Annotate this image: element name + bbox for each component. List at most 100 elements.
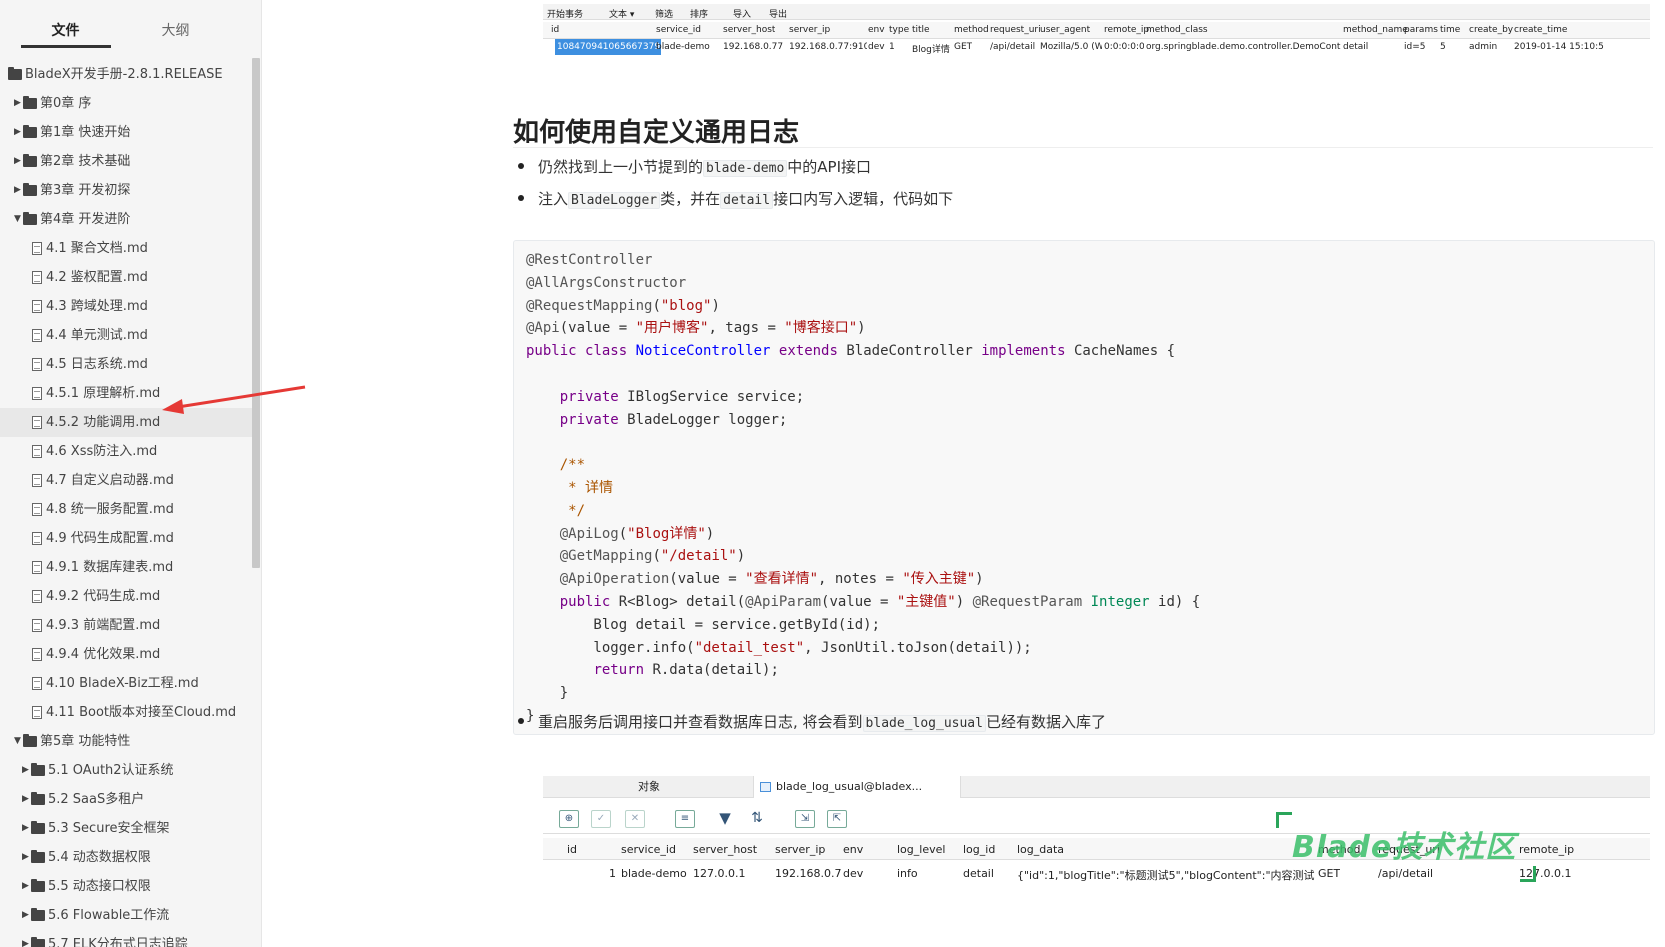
tree-file[interactable]: 4.9.1 数据库建表.md	[0, 553, 252, 582]
tree-file[interactable]: 4.2 鉴权配置.md	[0, 263, 252, 292]
chevron-right-icon[interactable]: ▶	[14, 176, 21, 205]
table-cell[interactable]: 2019-01-14 15:10:50	[1514, 42, 1604, 52]
tree-file[interactable]: 4.9.3 前端配置.md	[0, 611, 252, 640]
tree-file[interactable]: 4.3 跨域处理.md	[0, 292, 252, 321]
tool-text[interactable]: 文本 ▾	[609, 7, 634, 20]
column-header[interactable]: server_ip	[775, 843, 825, 856]
tree-file[interactable]: 4.1 聚合文档.md	[0, 234, 252, 263]
chevron-right-icon[interactable]: ▶	[22, 843, 29, 872]
column-header[interactable]: id	[551, 25, 559, 35]
chevron-right-icon[interactable]: ▶	[22, 756, 29, 785]
export-icon[interactable]: ⇱	[827, 810, 847, 828]
tree-file[interactable]: 4.6 Xss防注入.md	[0, 437, 252, 466]
tool-export[interactable]: 导出	[769, 7, 787, 20]
chevron-right-icon[interactable]: ▶	[22, 930, 29, 947]
tree-folder[interactable]: ▶ 5.3 Secure安全框架	[0, 814, 252, 843]
chevron-down-icon[interactable]: ▼	[14, 205, 21, 234]
tree-folder[interactable]: ▶ 5.6 Flowable工作流	[0, 901, 252, 930]
tool-filter[interactable]: 筛选	[655, 7, 673, 20]
column-header[interactable]: log_data	[1017, 843, 1064, 856]
tree-folder[interactable]: ▼ 第5章 功能特性	[0, 727, 252, 756]
tree-file[interactable]: 4.11 Boot版本对接至Cloud.md	[0, 698, 252, 727]
tree-file[interactable]: 4.4 单元测试.md	[0, 321, 252, 350]
tree-folder[interactable]: ▶ 第3章 开发初探	[0, 176, 252, 205]
code-block[interactable]: @RestController @AllArgsConstructor @Reque…	[513, 240, 1655, 735]
tab-blade-log-usual[interactable]: blade_log_usual@bladex...	[753, 776, 961, 798]
chevron-right-icon[interactable]: ▶	[14, 147, 21, 176]
delete-record-icon[interactable]: ✕	[625, 810, 645, 828]
table-cell[interactable]: {"id":1,"blogTitle":"标题测试5","blogContent…	[1017, 867, 1315, 883]
column-header[interactable]: log_id	[963, 843, 995, 856]
table-cell[interactable]: info	[897, 867, 918, 880]
column-header[interactable]: create_time	[1514, 25, 1567, 35]
table-cell[interactable]: 192.168.0.77:9101	[789, 42, 867, 52]
column-header[interactable]: server_host	[723, 25, 775, 35]
table-cell[interactable]: Mozilla/5.0 (Wir	[1040, 42, 1102, 52]
column-header[interactable]: title	[912, 25, 930, 35]
column-header[interactable]: log_level	[897, 843, 945, 856]
column-header[interactable]: method_name	[1343, 25, 1408, 35]
chevron-right-icon[interactable]: ▶	[22, 901, 29, 930]
table-cell[interactable]: detail	[1343, 42, 1368, 52]
filter-icon[interactable]: ▼	[715, 810, 735, 828]
chevron-right-icon[interactable]: ▶	[22, 872, 29, 901]
table-cell[interactable]: 1084709410656673794	[557, 42, 661, 52]
column-header[interactable]: id	[567, 843, 577, 856]
chevron-right-icon[interactable]: ▶	[14, 118, 21, 147]
column-header[interactable]: create_by	[1469, 25, 1513, 35]
tree-folder[interactable]: ▶ 5.7 ELK分布式日志追踪	[0, 930, 252, 947]
tree-file[interactable]: 4.7 自定义启动器.md	[0, 466, 252, 495]
column-header[interactable]: params	[1404, 25, 1438, 35]
table-row[interactable]: 1084709410656673794 blade-demo 192.168.0.7…	[543, 39, 1650, 55]
tree-file[interactable]: 4.10 BladeX-Biz工程.md	[0, 669, 252, 698]
tree-folder[interactable]: ▶ 5.4 动态数据权限	[0, 843, 252, 872]
tree-folder[interactable]: BladeX开发手册-2.8.1.RELEASE	[0, 60, 252, 89]
tree-file[interactable]: 4.9.4 优化效果.md	[0, 640, 252, 669]
table-cell[interactable]: org.springblade.demo.controller.DemoCont…	[1146, 42, 1341, 52]
column-header[interactable]: server_host	[693, 843, 757, 856]
table-cell[interactable]: GET	[954, 42, 972, 52]
column-header[interactable]: env	[843, 843, 863, 856]
table-cell[interactable]: blade-demo	[656, 42, 710, 52]
table-cell[interactable]: id=5	[1404, 42, 1425, 52]
chevron-right-icon[interactable]: ▶	[22, 785, 29, 814]
tree-file[interactable]: 4.5 日志系统.md	[0, 350, 252, 379]
table-cell[interactable]: 192.168.0.77	[723, 42, 783, 52]
tree-folder[interactable]: ▶ 第0章 序	[0, 89, 252, 118]
tree-file[interactable]: 4.8 统一服务配置.md	[0, 495, 252, 524]
table-cell[interactable]: detail	[963, 867, 994, 880]
tab-objects[interactable]: 对象	[638, 776, 660, 798]
table-cell[interactable]: admin	[1469, 42, 1497, 52]
sort-icon[interactable]: ⇅	[747, 810, 767, 828]
tool-sort[interactable]: 排序	[690, 7, 708, 20]
chevron-right-icon[interactable]: ▶	[22, 814, 29, 843]
table-cell[interactable]: 192.168.0.77	[775, 867, 841, 880]
column-header[interactable]: type	[889, 25, 909, 35]
chevron-right-icon[interactable]: ▶	[14, 89, 21, 118]
table-cell[interactable]: 127.0.0.1	[693, 867, 745, 880]
table-cell[interactable]: 0:0:0:0:0:0:	[1104, 42, 1144, 52]
table-cell[interactable]: dev	[843, 867, 863, 880]
table-cell[interactable]: dev	[868, 42, 885, 52]
column-header[interactable]: env	[868, 25, 885, 35]
table-cell[interactable]: 5	[1440, 42, 1446, 52]
column-header[interactable]: method	[954, 25, 989, 35]
column-header[interactable]: server_ip	[789, 25, 830, 35]
tree-folder[interactable]: ▶ 5.1 OAuth2认证系统	[0, 756, 252, 785]
tool-import[interactable]: 导入	[733, 7, 751, 20]
column-header[interactable]: service_id	[656, 25, 701, 35]
table-cell[interactable]: 1	[609, 867, 616, 880]
add-record-icon[interactable]: ⊕	[559, 810, 579, 828]
tree-folder[interactable]: ▶ 5.5 动态接口权限	[0, 872, 252, 901]
tool-begin-transaction[interactable]: 开始事务	[547, 7, 583, 20]
table-cell[interactable]: 1	[889, 42, 895, 52]
save-record-icon[interactable]: ✓	[591, 810, 611, 828]
column-header[interactable]: request_uri	[990, 25, 1041, 35]
import-icon[interactable]: ⇲	[795, 810, 815, 828]
tab-outline[interactable]: 大纲	[128, 20, 223, 40]
tab-files[interactable]: 文件	[18, 20, 113, 40]
tree-file[interactable]: 4.9 代码生成配置.md	[0, 524, 252, 553]
tree-folder[interactable]: ▶ 第2章 技术基础	[0, 147, 252, 176]
text-view-icon[interactable]: ≡	[675, 810, 695, 828]
tree-file[interactable]: 4.9.2 代码生成.md	[0, 582, 252, 611]
